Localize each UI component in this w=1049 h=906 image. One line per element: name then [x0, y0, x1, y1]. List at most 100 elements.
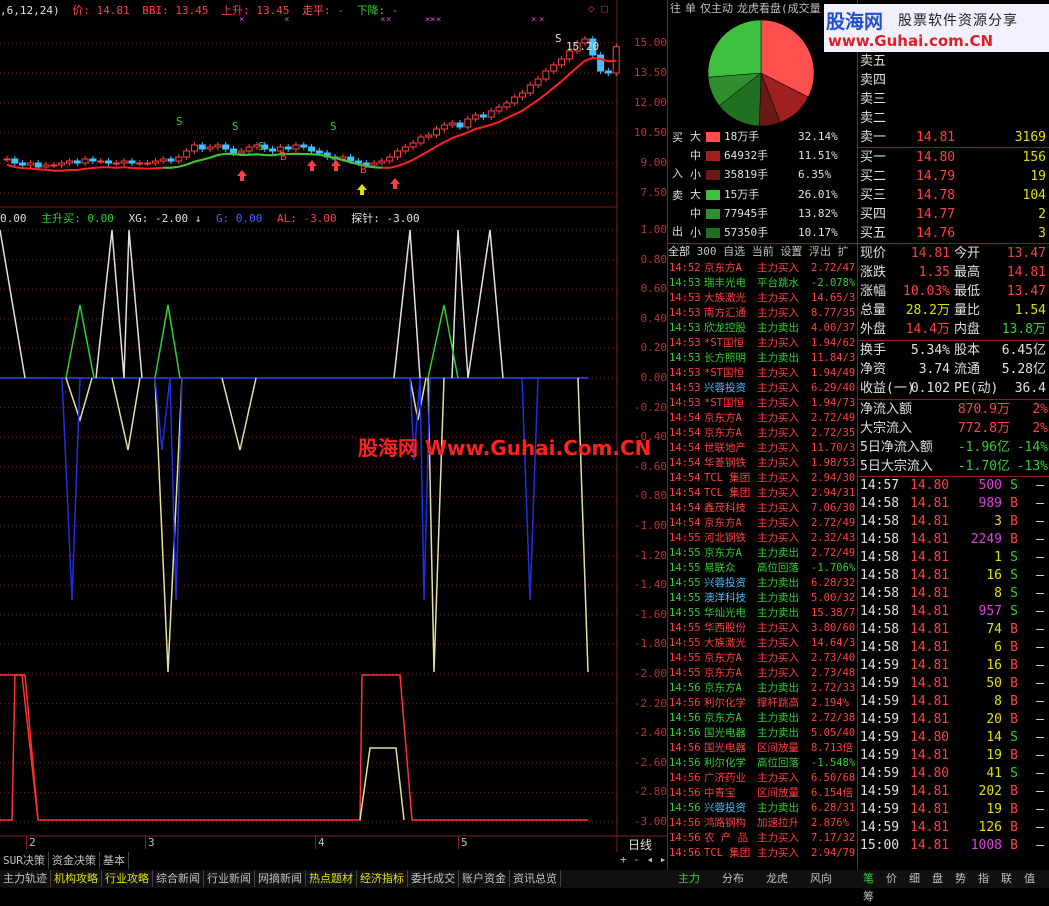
tick-row[interactable]: 14:54 TCL 集团 主力买入 2.94/31	[668, 486, 858, 501]
tick-row[interactable]: 14:53 南方汇通 主力买入 8.77/35	[668, 306, 858, 321]
tab-main-track[interactable]: 主力轨迹	[0, 870, 51, 887]
tick-row[interactable]: 14:56 TCL 集团 主力买入 2.94/79	[668, 846, 858, 861]
tick-row[interactable]: 14:56 兴蓉投资 主力卖出 6.28/31	[668, 801, 858, 816]
tick-tab-float[interactable]: 浮出	[809, 245, 831, 258]
zoom-in-icon[interactable]: +	[620, 853, 627, 866]
tab-orders[interactable]: 委托成交	[408, 870, 459, 887]
tick-tab-favorites[interactable]: 自选	[723, 245, 745, 258]
right-tab[interactable]: 势	[949, 870, 972, 888]
tick-row[interactable]: 14:53 *ST国恒 主力买入 1.94/49	[668, 366, 858, 381]
tab-dragon-tiger[interactable]: 龙虎看盘(成交量	[735, 0, 823, 18]
tab-economic[interactable]: 经济指标	[357, 870, 408, 887]
tab-industry-strategy[interactable]: 行业攻略	[102, 870, 153, 887]
trade-row[interactable]: 14:59 14.81 19 B —	[858, 801, 1049, 819]
tick-row[interactable]: 14:53 瑞丰光电 平台跳水 -2.078%	[668, 276, 858, 291]
tab-fund[interactable]: 资金决策	[49, 852, 100, 869]
tick-row[interactable]: 14:53 *ST国恒 主力买入 1.94/62	[668, 336, 858, 351]
tick-row[interactable]: 14:56 中青宝 区间放量 6.154倍	[668, 786, 858, 801]
tab-wang[interactable]: 往	[668, 0, 683, 18]
tab-general-news[interactable]: 综合新闻	[153, 870, 204, 887]
tick-row[interactable]: 14:56 农 产 品主力买入 7.17/32	[668, 831, 858, 846]
scroll-right-icon[interactable]: ▸	[660, 853, 667, 866]
kline-chart[interactable]: S SSSSBB× × × × × × × × ×	[0, 0, 667, 852]
panel-markers[interactable]: ◇ □	[588, 2, 608, 15]
tick-row[interactable]: 14:55 京东方A 主力卖出 2.72/49	[668, 546, 858, 561]
tick-row[interactable]: 14:56 京东方A 主力卖出 2.72/38	[668, 711, 858, 726]
tick-row[interactable]: 14:55 华西股份 主力买入 3.80/60	[668, 621, 858, 636]
tick-row[interactable]: 14:54 世联地产 主力买入 11.70/3	[668, 441, 858, 456]
tab-info-overview[interactable]: 资讯总览	[510, 870, 561, 887]
period-label[interactable]: 日线	[628, 836, 652, 853]
tick-row[interactable]: 14:54 鑫茂科技 主力买入 7.06/30	[668, 501, 858, 516]
tab-account[interactable]: 账户资金	[459, 870, 510, 887]
right-tab[interactable]: 联	[995, 870, 1018, 888]
tick-tab-all[interactable]: 全部	[668, 245, 690, 258]
tick-row[interactable]: 14:53 *ST国恒 主力买入 1.94/73	[668, 396, 858, 411]
right-tab[interactable]: 筹	[857, 888, 880, 906]
trade-row[interactable]: 14:59 14.81 20 B —	[858, 711, 1049, 729]
right-tab[interactable]: 指	[972, 870, 995, 888]
tick-row[interactable]: 14:55 易联众 高位回落 -1.706%	[668, 561, 858, 576]
tick-row[interactable]: 14:54 华菱钢铁 主力买入 1.98/53	[668, 456, 858, 471]
zoom-controls[interactable]: + - ◂ ▸	[620, 853, 667, 869]
tab-inst-strategy[interactable]: 机构攻略	[51, 870, 102, 887]
tick-row[interactable]: 14:56 国光电器 区间放量 8.713倍	[668, 741, 858, 756]
chart-area[interactable]: S S S S S B B × × × × × × × × × ,6,12,24) 价: 14.81 BBI:…	[0, 0, 667, 852]
right-tab[interactable]: 值	[1018, 870, 1041, 888]
tick-row[interactable]: 14:56 利尔化学 高位回落 -1.548%	[668, 756, 858, 771]
tab-main-force[interactable]: 主力	[667, 870, 711, 888]
tab-wind[interactable]: 风向	[799, 870, 843, 888]
tick-row[interactable]: 14:53 大族激光 主力买入 14.65/3	[668, 291, 858, 306]
tick-row[interactable]: 14:55 京东方A 主力买入 2.73/40	[668, 651, 858, 666]
right-tab[interactable]: 价	[880, 870, 903, 888]
trade-row[interactable]: 14:58 14.81 2249 B —	[858, 531, 1049, 549]
tick-row[interactable]: 14:55 京东方A 主力买入 2.73/48	[668, 666, 858, 681]
tick-row[interactable]: 14:55 大族激光 主力买入 14.64/3	[668, 636, 858, 651]
trade-row[interactable]: 14:58 14.81 1 S —	[858, 549, 1049, 567]
tick-row[interactable]: 14:54 京东方A 主力买入 2.72/49	[668, 516, 858, 531]
tab-hot-topics[interactable]: 热点题材	[306, 870, 357, 887]
tick-tab-300[interactable]: 300	[697, 245, 717, 258]
scroll-left-icon[interactable]: ◂	[647, 853, 654, 866]
trade-row[interactable]: 14:58 14.81 3 B —	[858, 513, 1049, 531]
tab-industry-news[interactable]: 行业新闻	[204, 870, 255, 887]
tick-row[interactable]: 14:53 欣龙控股 主力卖出 4.00/37	[668, 321, 858, 336]
tick-row[interactable]: 14:56 京东方A 主力卖出 2.72/33	[668, 681, 858, 696]
tab-longhu[interactable]: 龙虎	[755, 870, 799, 888]
trade-row[interactable]: 14:58 14.81 74 B —	[858, 621, 1049, 639]
tick-row[interactable]: 14:55 河北钢铁 主力买入 2.32/43	[668, 531, 858, 546]
zoom-out-icon[interactable]: -	[633, 853, 640, 866]
trade-row[interactable]: 14:59 14.81 202 B —	[858, 783, 1049, 801]
tick-row[interactable]: 14:53 长方照明 主力卖出 11.84/3	[668, 351, 858, 366]
trade-row[interactable]: 14:58 14.81 16 S —	[858, 567, 1049, 585]
signal-tick-list[interactable]: 14:52 京东方A 主力买入 2.72/47 14:53 瑞丰光电 平台跳水 -2.078%…	[668, 261, 858, 869]
trade-row[interactable]: 14:59 14.81 126 B —	[858, 819, 1049, 837]
tick-row[interactable]: 14:53 兴蓉投资 主力买入 6.29/40	[668, 381, 858, 396]
tab-active-only[interactable]: 仅主动	[698, 0, 735, 18]
trade-row[interactable]: 14:59 14.80 41 S —	[858, 765, 1049, 783]
tick-row[interactable]: 14:54 京东方A 主力买入 2.72/35	[668, 426, 858, 441]
tab-sur[interactable]: SUR决策	[0, 852, 49, 869]
tick-row[interactable]: 14:54 TCL 集团 主力买入 2.94/30	[668, 471, 858, 486]
tab-web-news[interactable]: 网摘新闻	[255, 870, 306, 887]
trade-row[interactable]: 14:59 14.81 16 B —	[858, 657, 1049, 675]
trade-row[interactable]: 14:57 14.80 500 S —	[858, 477, 1049, 495]
tick-row[interactable]: 14:55 华灿光电 主力卖出 15.38/7	[668, 606, 858, 621]
tick-row[interactable]: 14:56 国光电器 主力卖出 5.05/40	[668, 726, 858, 741]
tick-row[interactable]: 14:55 澳洋科技 主力卖出 5.00/32	[668, 591, 858, 606]
tab-dan[interactable]: 单	[683, 0, 698, 18]
trade-row[interactable]: 14:59 14.81 8 B —	[858, 693, 1049, 711]
trade-row[interactable]: 14:59 14.80 14 S —	[858, 729, 1049, 747]
tick-row[interactable]: 14:56 鸿路钢构 加速拉升 2.876%	[668, 816, 858, 831]
trade-row[interactable]: 14:59 14.81 50 B —	[858, 675, 1049, 693]
tick-row[interactable]: 14:56 利尔化学 撑杆跳高 2.194%	[668, 696, 858, 711]
tab-distribution[interactable]: 分布	[711, 870, 755, 888]
tick-tab-current[interactable]: 当前	[752, 245, 774, 258]
trade-row[interactable]: 14:59 14.81 19 B —	[858, 747, 1049, 765]
trade-row[interactable]: 14:58 14.81 6 B —	[858, 639, 1049, 657]
trade-row[interactable]: 14:58 14.81 8 S —	[858, 585, 1049, 603]
tick-row[interactable]: 14:55 兴蓉投资 主力卖出 6.28/32	[668, 576, 858, 591]
right-tab[interactable]: 盘	[926, 870, 949, 888]
tick-row[interactable]: 14:54 京东方A 主力买入 2.72/49	[668, 411, 858, 426]
trade-row[interactable]: 14:58 14.81 957 S —	[858, 603, 1049, 621]
